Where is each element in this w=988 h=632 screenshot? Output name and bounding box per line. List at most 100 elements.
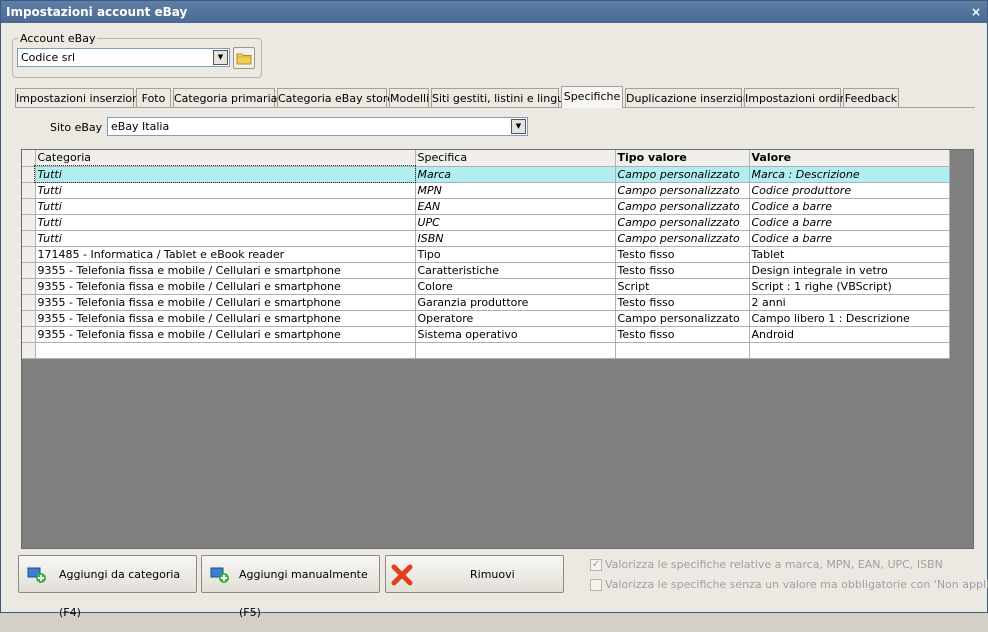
cell-valore[interactable]: Campo libero 1 : Descrizione: [749, 310, 950, 327]
tab-categoria-primaria[interactable]: Categoria primaria: [173, 88, 277, 108]
table-row[interactable]: 9355 - Telefonia fissa e mobile / Cellul…: [22, 326, 950, 343]
cell-tipo-valore[interactable]: Campo personalizzato: [615, 310, 750, 327]
add-manual-button[interactable]: Aggiungi manualmente (F5): [201, 555, 380, 619]
row-indicator[interactable]: [22, 326, 36, 343]
tab-modelli[interactable]: Modelli: [389, 88, 429, 108]
row-indicator[interactable]: [22, 294, 36, 311]
cell-categoria[interactable]: 9355 - Telefonia fissa e mobile / Cellul…: [35, 278, 416, 295]
cell-specifica[interactable]: ISBN: [415, 230, 616, 247]
cell-categoria[interactable]: Tutti: [35, 182, 416, 199]
column-header-tipo-valore[interactable]: Tipo valore: [615, 150, 750, 167]
table-row[interactable]: 9355 - Telefonia fissa e mobile / Cellul…: [22, 278, 950, 295]
checkbox[interactable]: ✓: [590, 559, 602, 571]
account-select[interactable]: Codice srl ▼: [17, 48, 230, 67]
cell-tipo-valore[interactable]: Campo personalizzato: [615, 182, 750, 199]
empty-cell[interactable]: [35, 342, 416, 359]
add-from-category-button[interactable]: Aggiungi da categoria (F4): [18, 555, 197, 619]
cell-valore[interactable]: Codice a barre: [749, 198, 950, 215]
cell-valore[interactable]: Script : 1 righe (VBScript): [749, 278, 950, 295]
cell-tipo-valore[interactable]: Testo fisso: [615, 262, 750, 279]
cell-categoria[interactable]: 9355 - Telefonia fissa e mobile / Cellul…: [35, 310, 416, 327]
empty-cell[interactable]: [415, 342, 616, 359]
cell-tipo-valore[interactable]: Campo personalizzato: [615, 198, 750, 215]
tab-impostazioni-ordini[interactable]: Impostazioni ordini: [744, 88, 850, 108]
tab-impostazioni-inserzioni[interactable]: Impostazioni inserzioni: [15, 88, 142, 108]
cell-specifica[interactable]: Garanzia produttore: [415, 294, 616, 311]
cell-valore[interactable]: Marca : Descrizione: [749, 166, 950, 183]
chevron-down-icon[interactable]: ▼: [213, 50, 228, 65]
cell-tipo-valore[interactable]: Campo personalizzato: [615, 166, 750, 183]
cell-valore[interactable]: Codice produttore: [749, 182, 950, 199]
open-folder-button[interactable]: [233, 47, 255, 69]
cell-categoria[interactable]: 9355 - Telefonia fissa e mobile / Cellul…: [35, 294, 416, 311]
tab-duplicazione-inserzioni[interactable]: Duplicazione inserzioni: [625, 88, 753, 108]
cell-categoria[interactable]: 9355 - Telefonia fissa e mobile / Cellul…: [35, 262, 416, 279]
cell-specifica[interactable]: Operatore: [415, 310, 616, 327]
new-row[interactable]: [22, 342, 950, 359]
cell-specifica[interactable]: Colore: [415, 278, 616, 295]
cell-tipo-valore[interactable]: Script: [615, 278, 750, 295]
option-autofill-identifiers[interactable]: ✓ Valorizza le specifiche relative a marc…: [590, 558, 943, 571]
cell-tipo-valore[interactable]: Campo personalizzato: [615, 230, 750, 247]
close-icon[interactable]: ×: [971, 1, 981, 23]
row-indicator[interactable]: [22, 166, 36, 183]
table-row[interactable]: Tutti EAN Campo personalizzato Codice a bar…: [22, 198, 950, 215]
row-indicator[interactable]: [22, 278, 36, 295]
table-row[interactable]: 9355 - Telefonia fissa e mobile / Cellul…: [22, 294, 950, 311]
tab-foto[interactable]: Foto: [136, 88, 171, 108]
option-not-applicable[interactable]: Valorizza le specifiche senza un valore …: [590, 578, 988, 591]
table-row[interactable]: Tutti MPN Campo personalizzato Codice produ…: [22, 182, 950, 199]
remove-button[interactable]: Rimuovi: [385, 555, 564, 593]
column-header-valore[interactable]: Valore: [749, 150, 950, 167]
cell-tipo-valore[interactable]: Testo fisso: [615, 246, 750, 263]
row-indicator[interactable]: [22, 246, 36, 263]
table-row[interactable]: 9355 - Telefonia fissa e mobile / Cellul…: [22, 262, 950, 279]
cell-specifica[interactable]: UPC: [415, 214, 616, 231]
cell-categoria[interactable]: 9355 - Telefonia fissa e mobile / Cellul…: [35, 326, 416, 343]
empty-cell[interactable]: [749, 342, 950, 359]
cell-tipo-valore[interactable]: Testo fisso: [615, 326, 750, 343]
table-row[interactable]: 9355 - Telefonia fissa e mobile / Cellul…: [22, 310, 950, 327]
cell-specifica[interactable]: Caratteristiche: [415, 262, 616, 279]
row-indicator[interactable]: [22, 198, 36, 215]
empty-cell[interactable]: [615, 342, 750, 359]
cell-specifica[interactable]: Tipo: [415, 246, 616, 263]
tab-siti-gestiti-listini-e-lingue[interactable]: Siti gestiti, listini e lingue: [431, 88, 571, 108]
cell-valore[interactable]: Codice a barre: [749, 214, 950, 231]
table-row[interactable]: Tutti UPC Campo personalizzato Codice a bar…: [22, 214, 950, 231]
cell-valore[interactable]: Codice a barre: [749, 230, 950, 247]
cell-specifica[interactable]: Marca: [415, 166, 616, 183]
table-row[interactable]: Tutti ISBN Campo personalizzato Codice a ba…: [22, 230, 950, 247]
cell-specifica[interactable]: Sistema operativo: [415, 326, 616, 343]
row-indicator[interactable]: [22, 310, 36, 327]
cell-tipo-valore[interactable]: Campo personalizzato: [615, 214, 750, 231]
cell-valore[interactable]: Design integrale in vetro: [749, 262, 950, 279]
cell-categoria[interactable]: Tutti: [34, 165, 416, 183]
cell-categoria[interactable]: Tutti: [35, 198, 416, 215]
row-indicator[interactable]: [22, 214, 36, 231]
cell-valore[interactable]: Android: [749, 326, 950, 343]
checkbox[interactable]: [590, 579, 602, 591]
site-label: Sito eBay :: [50, 121, 110, 134]
row-indicator[interactable]: [22, 342, 36, 359]
column-header-categoria[interactable]: Categoria: [35, 150, 416, 167]
cell-tipo-valore[interactable]: Testo fisso: [615, 294, 750, 311]
table-row[interactable]: 171485 - Informatica / Tablet e eBook re…: [22, 246, 950, 263]
tab-categoria-ebay-store[interactable]: Categoria eBay store: [277, 88, 394, 108]
tab-feedback[interactable]: Feedback: [843, 88, 899, 108]
cell-specifica[interactable]: MPN: [415, 182, 616, 199]
row-indicator[interactable]: [22, 230, 36, 247]
cell-categoria[interactable]: 171485 - Informatica / Tablet e eBook re…: [35, 246, 416, 263]
table-row[interactable]: Tutti Marca Campo personalizzato Marca : De…: [22, 165, 950, 183]
cell-valore[interactable]: Tablet: [749, 246, 950, 263]
row-indicator[interactable]: [22, 182, 36, 199]
row-indicator[interactable]: [22, 262, 36, 279]
column-header-specifica[interactable]: Specifica: [415, 150, 616, 167]
chevron-down-icon[interactable]: ▼: [511, 119, 526, 134]
cell-categoria[interactable]: Tutti: [35, 214, 416, 231]
cell-categoria[interactable]: Tutti: [35, 230, 416, 247]
cell-specifica[interactable]: EAN: [415, 198, 616, 215]
cell-valore[interactable]: 2 anni: [749, 294, 950, 311]
tab-specifiche[interactable]: Specifiche: [561, 86, 623, 108]
site-select[interactable]: eBay Italia ▼: [107, 117, 528, 136]
